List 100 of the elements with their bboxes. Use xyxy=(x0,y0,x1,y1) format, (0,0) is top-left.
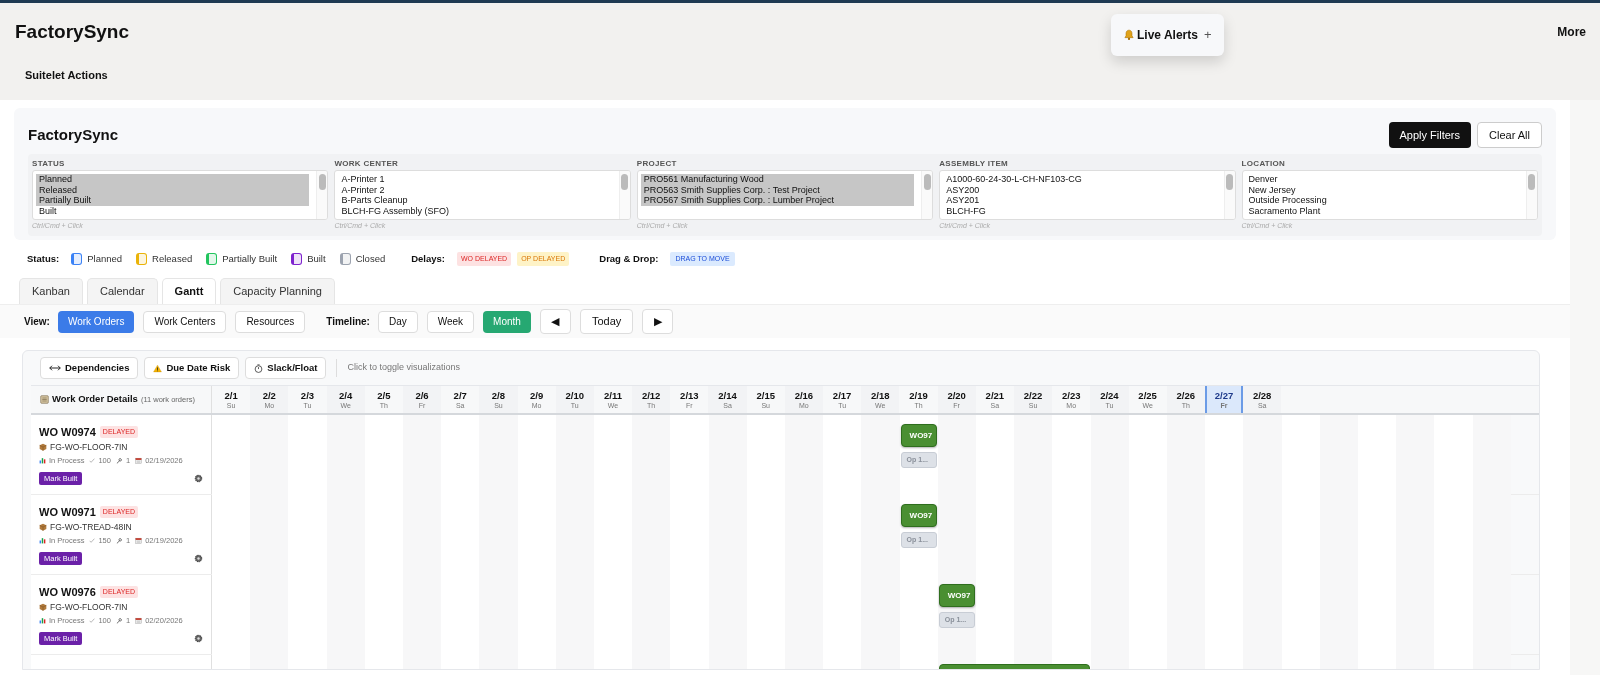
scrollbar[interactable] xyxy=(618,171,630,219)
wrench-icon xyxy=(115,617,123,624)
calendar-icon xyxy=(135,457,143,464)
view-label: View: xyxy=(24,315,50,329)
work-order-title: WO W0974 xyxy=(39,424,96,440)
legend-label: Drag & Drop: xyxy=(599,251,659,266)
double-arrow-icon xyxy=(49,364,61,372)
select-option[interactable]: Partially Built xyxy=(36,195,310,207)
select-option[interactable]: New Jersey xyxy=(1245,184,1519,196)
select-option[interactable]: Denver xyxy=(1245,174,1519,185)
bar-chart-icon xyxy=(39,457,46,464)
multi-select-list[interactable]: PRO561 Manufacturing Wood PRO563 Smith Supplies Corp. : Test Project PRO567 Smith Supplies Corp. : Lumber Project xyxy=(636,170,934,220)
check-icon xyxy=(89,538,96,543)
select-option[interactable]: B-Parts Cleanup xyxy=(338,195,612,207)
select-option[interactable]: PRO563 Smith Supplies Corp. : Test Project xyxy=(640,184,915,196)
field-label: WORK CENTER xyxy=(334,158,400,170)
calendar-icon xyxy=(135,537,143,544)
legend-label: Status: xyxy=(27,251,60,266)
app-title: FactorySync xyxy=(15,20,130,44)
select-option[interactable]: A-Printer 1 xyxy=(338,174,612,185)
more-link[interactable]: More xyxy=(1557,23,1586,41)
work-order-bar[interactable]: WO97 xyxy=(900,504,937,527)
select-option[interactable]: PRO567 Smith Supplies Corp. : Lumber Project xyxy=(640,195,915,207)
view-button[interactable]: Resources xyxy=(235,310,306,333)
settings-icon[interactable] xyxy=(194,554,203,563)
work-order-bar[interactable]: WO97 xyxy=(900,424,937,447)
select-option[interactable]: BLCH-FG xyxy=(943,206,1217,217)
live-alerts-button[interactable]: Live Alerts + xyxy=(1111,14,1224,56)
wrench-icon xyxy=(115,457,123,464)
toggle-button[interactable]: Slack/Float xyxy=(245,357,327,379)
warning-icon xyxy=(153,363,163,373)
box-icon xyxy=(39,443,47,451)
select-option[interactable]: BLCH-FG Assembly (SFO) xyxy=(338,206,612,217)
apply-filters-button[interactable]: Apply Filters xyxy=(1388,122,1472,148)
legend-text: Released xyxy=(152,251,193,266)
tab[interactable]: Capacity Planning xyxy=(220,278,335,304)
multi-select-list[interactable]: A-Printer 1 A-Printer 2 B-Parts Cleanup BLCH-FG Assembly (SFO) xyxy=(334,170,631,220)
box-icon xyxy=(39,603,47,611)
toggle-button[interactable]: Due Date Risk xyxy=(144,357,240,379)
legend-text: Partially Built xyxy=(222,251,278,266)
select-option[interactable]: Released xyxy=(36,184,310,196)
scrollbar[interactable] xyxy=(1223,171,1235,219)
select-option[interactable]: Sacramento Plant xyxy=(1245,206,1519,217)
next-button[interactable]: ▶ xyxy=(642,309,674,334)
panel-title: FactorySync xyxy=(28,124,119,145)
wrench-icon xyxy=(115,537,123,544)
legend-text: Built xyxy=(307,251,326,266)
item-code: FG-WO-FLOOR-7IN xyxy=(50,440,128,454)
select-option[interactable]: Planned xyxy=(36,174,310,185)
calendar-icon xyxy=(135,617,143,624)
ledger-icon xyxy=(40,395,49,404)
view-button[interactable]: Work Orders xyxy=(57,310,135,333)
field-label: LOCATION xyxy=(1241,158,1287,170)
work-order-bar[interactable]: WO97 xyxy=(938,584,975,607)
settings-icon[interactable] xyxy=(194,634,203,643)
actions-link[interactable]: Suitelet Actions xyxy=(25,67,108,84)
tab[interactable]: Gantt xyxy=(161,278,217,304)
toggle-button[interactable]: Dependencies xyxy=(40,357,139,379)
settings-icon[interactable] xyxy=(194,474,203,483)
today-button[interactable]: Today xyxy=(579,309,634,334)
bar-chart-icon xyxy=(39,537,46,544)
legend-text: Planned xyxy=(87,251,123,266)
scrollbar[interactable] xyxy=(1526,171,1537,219)
select-option[interactable]: PRO561 Manufacturing Wood xyxy=(640,174,915,185)
tab[interactable]: Calendar xyxy=(86,278,158,304)
previous-button[interactable]: ◀ xyxy=(539,309,571,334)
timeline-button[interactable]: Week xyxy=(426,310,475,333)
work-order-title: WO W0976 xyxy=(39,584,96,600)
timeline-label: Timeline: xyxy=(326,315,370,329)
legend-label: Delays: xyxy=(411,251,445,266)
select-option[interactable]: Outside Processing xyxy=(1245,195,1519,207)
item-code: FG-WO-TREAD-48IN xyxy=(50,520,132,534)
bar-chart-icon xyxy=(39,617,46,624)
legend-text: Closed xyxy=(355,251,386,266)
clear-all-button[interactable]: Clear All xyxy=(1477,122,1542,148)
select-option[interactable]: Built xyxy=(36,206,310,217)
check-icon xyxy=(89,618,96,623)
scrollbar[interactable] xyxy=(316,171,328,219)
multi-select-list[interactable]: Planned Released Partially Built Built xyxy=(32,170,329,220)
view-button[interactable]: Work Centers xyxy=(143,310,227,333)
item-code: FG-WO-FLOOR-7IN xyxy=(50,600,128,614)
work-order-title: WO W0971 xyxy=(39,504,96,520)
details-title: Work Order Details xyxy=(52,392,138,407)
select-option[interactable]: A1000-60-24-30-L-CH-NF103-CG xyxy=(943,174,1217,185)
field-label: ASSEMBLY ITEM xyxy=(939,158,1009,170)
box-icon xyxy=(39,523,47,531)
timeline-button[interactable]: Day xyxy=(377,310,418,333)
bell-icon xyxy=(1123,29,1135,41)
scrollbar[interactable] xyxy=(921,171,933,219)
select-option[interactable]: ASY200 xyxy=(943,184,1217,196)
field-label: PROJECT xyxy=(636,158,678,170)
check-icon xyxy=(89,458,96,463)
field-label: STATUS xyxy=(32,158,66,170)
tab[interactable]: Kanban xyxy=(19,278,83,304)
multi-select-list[interactable]: Denver New Jersey Outside Processing Sacramento Plant xyxy=(1241,170,1538,220)
select-option[interactable]: A-Printer 2 xyxy=(338,184,612,196)
multi-select-list[interactable]: A1000-60-24-30-L-CH-NF103-CG ASY200 ASY201 BLCH-FG xyxy=(939,170,1236,220)
select-option[interactable]: ASY201 xyxy=(943,195,1217,207)
stopwatch-icon xyxy=(254,363,264,373)
toggle-hint: Click to toggle visualizations xyxy=(347,361,461,375)
